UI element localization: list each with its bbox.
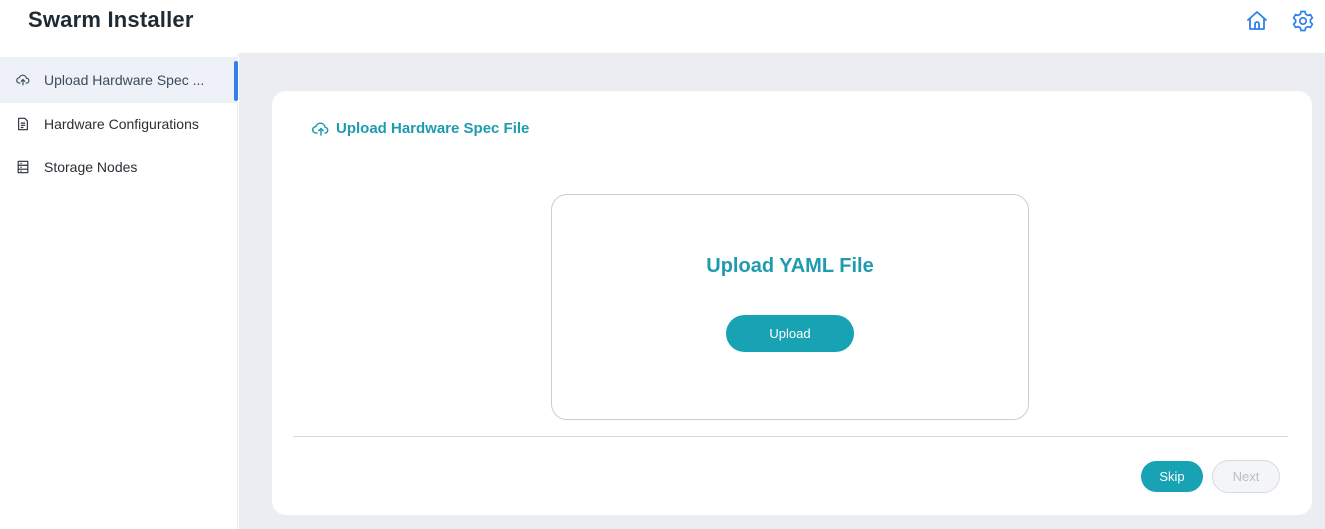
sidebar-item-label: Hardware Configurations (44, 116, 199, 132)
skip-button[interactable]: Skip (1141, 461, 1203, 492)
main-content: Upload Hardware Spec File Upload YAML Fi… (239, 53, 1325, 529)
next-button[interactable]: Next (1212, 460, 1280, 493)
sidebar-item-upload-hardware-spec[interactable]: Upload Hardware Spec ... (0, 57, 238, 103)
document-icon (16, 117, 30, 131)
upload-dropzone[interactable]: Upload YAML File Upload (551, 194, 1029, 420)
sidebar-item-hardware-configurations[interactable]: Hardware Configurations (0, 101, 238, 147)
sidebar-item-storage-nodes[interactable]: Storage Nodes (0, 144, 238, 190)
cloud-upload-icon (312, 122, 329, 136)
sidebar-item-label: Storage Nodes (44, 159, 138, 175)
cloud-upload-icon (16, 73, 30, 87)
app-header: Swarm Installer (0, 0, 1325, 53)
section-title: Upload Hardware Spec File (312, 120, 529, 137)
sidebar-item-label: Upload Hardware Spec ... (44, 72, 205, 88)
section-title-text: Upload Hardware Spec File (336, 120, 530, 137)
divider (293, 436, 1288, 437)
upload-button[interactable]: Upload (726, 315, 854, 352)
server-icon (16, 160, 30, 174)
upload-card: Upload Hardware Spec File Upload YAML Fi… (272, 91, 1312, 515)
upload-heading: Upload YAML File (706, 255, 874, 277)
app-title: Swarm Installer (28, 7, 194, 32)
home-icon[interactable] (1244, 8, 1270, 34)
gear-icon[interactable] (1290, 8, 1316, 34)
sidebar: Upload Hardware Spec ... Hardware Config… (0, 53, 238, 529)
